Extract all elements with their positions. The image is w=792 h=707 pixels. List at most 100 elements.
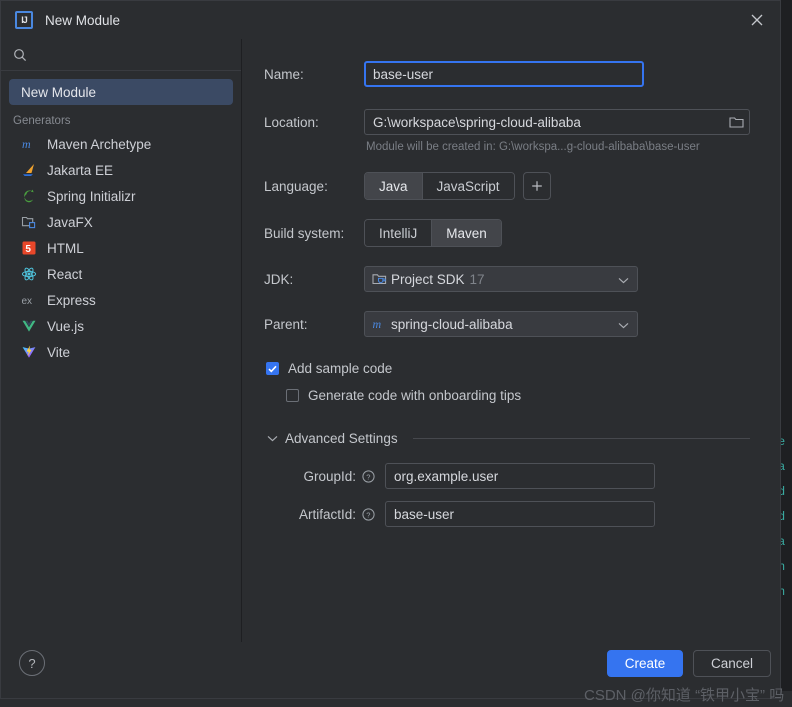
jdk-label: JDK: (264, 271, 294, 287)
vite-icon (21, 344, 37, 360)
language-label: Language: (264, 178, 328, 194)
artifact-id-input[interactable] (385, 501, 655, 527)
maven-icon: m (371, 316, 387, 332)
help-circle-icon[interactable]: ? (19, 650, 45, 676)
sidebar-item-maven-archetype[interactable]: m Maven Archetype (1, 131, 241, 157)
generators-group-label: Generators (13, 115, 71, 127)
left-panel: New Module Generators m Maven Archetype (1, 39, 242, 642)
chevron-down-icon (618, 267, 629, 293)
dialog-titlebar: IJ New Module (1, 1, 780, 39)
create-button[interactable]: Create (607, 650, 683, 677)
advanced-settings-divider (412, 437, 750, 439)
svg-text:ex: ex (22, 296, 33, 307)
location-row: Location: (264, 109, 750, 135)
search-row[interactable] (1, 39, 241, 71)
svg-text:?: ? (366, 510, 370, 519)
sidebar-item-label: React (47, 266, 83, 282)
sidebar-item-javafx[interactable]: JavaFX (1, 209, 241, 235)
new-module-dialog: IJ New Module New Module Generators m Ma… (0, 0, 781, 699)
language-option-javascript[interactable]: JavaScript (422, 173, 514, 199)
maven-icon: m (21, 136, 37, 152)
sidebar-item-express[interactable]: ex Express (1, 287, 241, 313)
jdk-version: 17 (469, 271, 485, 287)
vuejs-icon (21, 318, 37, 334)
onboarding-tips-checkbox[interactable] (286, 389, 299, 402)
sidebar-item-label: New Module (21, 84, 97, 100)
location-label: Location: (264, 114, 319, 130)
screen: e a d d a n n a a a a a aa a a IJ New Mo… (0, 0, 792, 707)
chevron-down-icon[interactable] (267, 429, 278, 447)
name-input[interactable] (364, 61, 644, 87)
javafx-icon (21, 214, 37, 230)
sidebar-item-react[interactable]: React (1, 261, 241, 287)
jakarta-ee-icon (21, 162, 37, 178)
help-circle-icon[interactable]: ? (362, 507, 375, 521)
parent-row: Parent: m spring-cloud-alibaba (264, 311, 750, 337)
sidebar-item-label: Express (47, 292, 96, 308)
advanced-settings-title: Advanced Settings (285, 430, 398, 446)
sidebar-item-label: Spring Initializr (47, 188, 136, 204)
sidebar-item-html[interactable]: 5 HTML (1, 235, 241, 261)
dialog-footer: ? Create Cancel (1, 642, 780, 698)
cancel-button[interactable]: Cancel (693, 650, 771, 677)
sidebar-item-new-module[interactable]: New Module (9, 79, 233, 105)
react-icon (21, 266, 37, 282)
parent-value: spring-cloud-alibaba (391, 316, 513, 332)
parent-select[interactable]: m spring-cloud-alibaba (364, 311, 638, 337)
chevron-down-icon (618, 312, 629, 338)
language-segmented-control[interactable]: Java JavaScript (364, 172, 515, 200)
add-sample-code-label: Add sample code (288, 361, 393, 376)
parent-label: Parent: (264, 316, 308, 332)
group-id-input[interactable] (385, 463, 655, 489)
svg-text:m: m (373, 317, 382, 331)
sidebar-item-vite[interactable]: Vite (1, 339, 241, 365)
build-system-segmented-control[interactable]: IntelliJ Maven (364, 219, 502, 247)
search-icon (13, 48, 27, 62)
help-button-label: ? (28, 655, 36, 671)
svg-text:m: m (22, 137, 31, 151)
sidebar-item-jakarta-ee[interactable]: Jakarta EE (1, 157, 241, 183)
express-icon: ex (21, 292, 37, 308)
right-panel: Name: Location: Module wil (242, 39, 780, 642)
onboarding-tips-row[interactable]: Generate code with onboarding tips (286, 388, 750, 403)
onboarding-tips-label: Generate code with onboarding tips (308, 388, 522, 403)
name-label: Name: (264, 66, 304, 82)
artifact-id-row: ArtifactId: ? (264, 501, 750, 527)
add-language-button[interactable] (522, 172, 551, 200)
sidebar-item-spring-initializr[interactable]: Spring Initializr (1, 183, 241, 209)
sidebar-item-vuejs[interactable]: Vue.js (1, 313, 241, 339)
sidebar-item-label: Vue.js (47, 318, 85, 334)
jdk-row: JDK: Project SDK 17 (264, 266, 750, 292)
build-system-option-intellij[interactable]: IntelliJ (365, 220, 433, 246)
html5-icon: 5 (21, 240, 37, 256)
intellij-idea-icon: IJ (15, 11, 33, 29)
advanced-settings-header[interactable]: Advanced Settings (267, 429, 750, 447)
spring-icon (21, 188, 37, 204)
jdk-icon (371, 271, 387, 287)
svg-text:5: 5 (25, 244, 31, 255)
language-row: Language: Java JavaScript (264, 172, 750, 200)
add-sample-code-row[interactable]: Add sample code (266, 361, 750, 376)
sidebar-item-label: JavaFX (47, 214, 93, 230)
name-row: Name: (264, 61, 750, 87)
folder-icon[interactable] (729, 109, 744, 135)
jdk-value: Project SDK (391, 271, 465, 287)
jdk-select[interactable]: Project SDK 17 (364, 266, 638, 292)
location-input[interactable] (364, 109, 750, 135)
artifact-id-label: ArtifactId: (298, 506, 356, 522)
sidebar-item-label: Vite (47, 344, 71, 360)
search-input[interactable] (35, 46, 241, 63)
sidebar-item-label: Jakarta EE (47, 162, 114, 178)
dialog-body: New Module Generators m Maven Archetype (1, 39, 780, 642)
add-sample-code-checkbox[interactable] (266, 362, 279, 375)
svg-text:?: ? (366, 472, 370, 481)
location-hint: Module will be created in: G:\workspa...… (366, 141, 700, 153)
group-id-row: GroupId: ? (264, 463, 750, 489)
dialog-title: New Module (45, 12, 121, 28)
build-system-row: Build system: IntelliJ Maven (264, 219, 750, 247)
language-option-java[interactable]: Java (365, 173, 423, 199)
help-circle-icon[interactable]: ? (362, 469, 375, 483)
build-system-option-maven[interactable]: Maven (432, 220, 501, 246)
group-id-label: GroupId: (303, 468, 356, 484)
close-icon[interactable] (734, 1, 780, 39)
